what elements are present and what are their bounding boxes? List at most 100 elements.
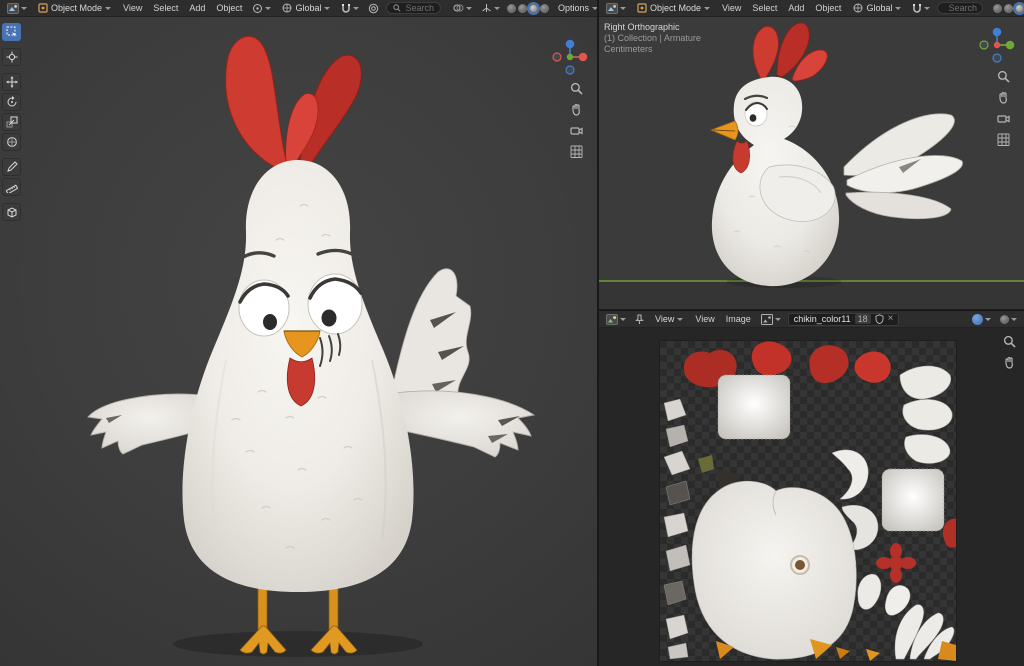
menu-view[interactable]: View <box>719 2 744 14</box>
tool-cursor[interactable] <box>2 48 21 66</box>
menu-image[interactable]: Image <box>723 313 754 325</box>
proportional-edit-button[interactable] <box>366 2 381 15</box>
orientation-dropdown[interactable]: Global <box>849 2 905 14</box>
menu-object[interactable]: Object <box>213 2 245 14</box>
chevron-down-icon <box>775 318 781 321</box>
blender-window: Object Mode View Select Add Object Globa… <box>0 0 1024 666</box>
menu-view[interactable]: View <box>692 313 717 325</box>
shading-mode-switch[interactable] <box>507 4 549 13</box>
menu-view[interactable]: View <box>120 2 145 14</box>
options-dropdown[interactable]: Options <box>554 2 597 14</box>
chevron-down-icon <box>265 7 271 10</box>
pan-hand-icon[interactable] <box>570 103 583 116</box>
shading-mode-switch[interactable] <box>993 4 1024 13</box>
shading-solid-icon[interactable] <box>1004 4 1013 13</box>
chevron-down-icon <box>620 318 626 321</box>
image-users-badge: 18 <box>855 314 871 324</box>
tool-measure[interactable] <box>2 178 21 196</box>
editor-mode-label: View <box>655 314 674 324</box>
units-label: Centimeters <box>604 44 701 55</box>
chevron-down-icon <box>353 7 359 10</box>
orientation-label: Global <box>295 3 321 13</box>
global-orientation-icon <box>853 3 863 13</box>
mode-label: Object Mode <box>650 3 701 13</box>
menu-select[interactable]: Select <box>749 2 780 14</box>
camera-view-icon[interactable] <box>570 124 583 137</box>
image-datablock-field[interactable]: chikin_color11 18 × <box>788 313 900 326</box>
zoom-icon[interactable] <box>1003 335 1016 348</box>
editor-type-button[interactable] <box>604 313 628 326</box>
global-orientation-icon <box>282 3 292 13</box>
tool-transform[interactable] <box>2 133 21 151</box>
image-editor-nav-icons <box>1003 335 1016 369</box>
mode-dropdown[interactable]: Object Mode <box>633 2 714 14</box>
chevron-down-icon <box>620 7 626 10</box>
zoom-icon[interactable] <box>570 82 583 95</box>
tool-scale[interactable] <box>2 113 21 131</box>
snap-magnet-button[interactable] <box>910 2 932 15</box>
pan-hand-icon[interactable] <box>997 91 1010 104</box>
tool-add-cube[interactable] <box>2 203 21 221</box>
object-mode-icon <box>38 3 48 13</box>
browse-image-button[interactable] <box>759 313 783 326</box>
menu-select[interactable]: Select <box>150 2 181 14</box>
camera-view-icon[interactable] <box>997 112 1010 125</box>
chevron-down-icon <box>985 318 991 321</box>
menu-add[interactable]: Add <box>186 2 208 14</box>
tool-annotate[interactable] <box>2 158 21 176</box>
search-placeholder: Search <box>405 3 434 13</box>
shading-solid-icon[interactable] <box>518 4 527 13</box>
chevron-down-icon <box>704 7 710 10</box>
show-overlays-button[interactable] <box>451 2 474 14</box>
active-collection-label: (1) Collection | Armature <box>604 33 701 44</box>
chevron-down-icon <box>592 7 597 10</box>
navigation-gizmo[interactable] <box>551 38 589 76</box>
texture-canvas[interactable] <box>660 341 956 661</box>
main-viewport-header: Object Mode View Select Add Object Globa… <box>0 0 597 17</box>
snap-magnet-button[interactable] <box>339 2 361 15</box>
tool-rotate[interactable] <box>2 93 21 111</box>
view-name-label: Right Orthographic <box>604 22 701 33</box>
viewport-3d-main: Object Mode View Select Add Object Globa… <box>0 0 597 666</box>
shading-wireframe-icon[interactable] <box>507 4 516 13</box>
transform-pivot-button[interactable] <box>250 2 273 15</box>
editor-type-button[interactable] <box>5 2 29 15</box>
chicken-texture-atlas <box>660 341 956 661</box>
menu-object[interactable]: Object <box>812 2 844 14</box>
orientation-dropdown[interactable]: Global <box>278 2 334 14</box>
shading-rendered-icon[interactable] <box>540 4 549 13</box>
unlink-image-button[interactable]: × <box>888 315 894 323</box>
chevron-down-icon <box>895 7 901 10</box>
search-icon <box>393 4 401 12</box>
mode-dropdown[interactable]: Object Mode <box>34 2 115 14</box>
search-placeholder: Search <box>948 3 977 13</box>
ortho-grid-icon[interactable] <box>570 145 583 158</box>
menu-add[interactable]: Add <box>785 2 807 14</box>
pan-hand-icon[interactable] <box>1003 356 1016 369</box>
image-shading-button[interactable] <box>998 314 1019 325</box>
zoom-icon[interactable] <box>997 70 1010 83</box>
tool-select-box[interactable] <box>2 23 21 41</box>
image-display-channels-button[interactable] <box>970 313 993 326</box>
side-viewport-header: Object Mode View Select Add Object Globa… <box>599 0 1024 17</box>
fake-user-shield-icon[interactable] <box>875 314 884 324</box>
ortho-grid-icon[interactable] <box>997 133 1010 146</box>
header-search-input[interactable]: Search <box>386 2 441 14</box>
shading-material-icon[interactable] <box>1015 4 1024 13</box>
shading-material-icon[interactable] <box>529 4 538 13</box>
shading-wireframe-icon[interactable] <box>993 4 1002 13</box>
editor-type-button[interactable] <box>604 2 628 15</box>
header-search-input[interactable]: Search <box>937 2 983 14</box>
chevron-down-icon <box>466 7 472 10</box>
chevron-down-icon <box>324 7 330 10</box>
pin-icon[interactable] <box>633 313 646 326</box>
tool-move[interactable] <box>2 73 21 91</box>
toolbar <box>2 23 21 221</box>
object-mode-icon <box>637 3 647 13</box>
chicken-front-render[interactable] <box>0 0 597 666</box>
chicken-side-render[interactable] <box>599 17 1024 309</box>
navigation-gizmo[interactable] <box>978 26 1016 64</box>
show-gizmo-button[interactable] <box>479 2 502 14</box>
editor-mode-dropdown[interactable]: View <box>651 313 687 325</box>
chevron-down-icon <box>105 7 111 10</box>
